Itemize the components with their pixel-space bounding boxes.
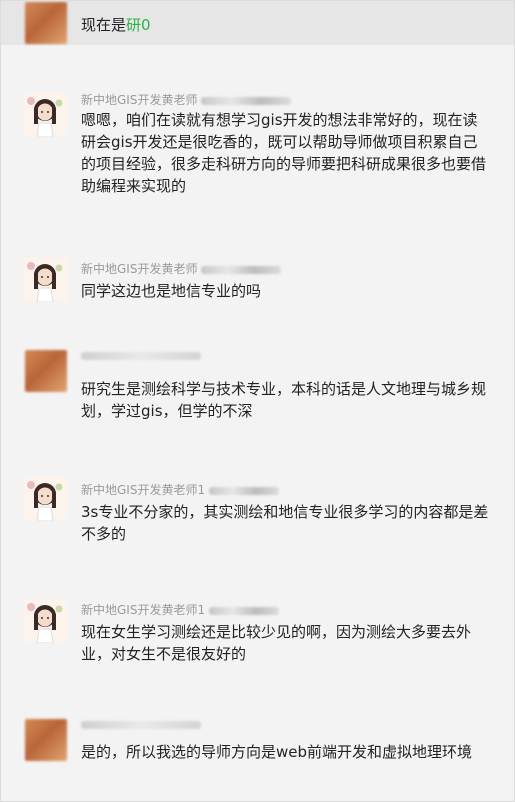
sender-name: 新中地GIS开发黄老师1	[81, 601, 280, 618]
chat-message: 研究生是测绘科学与技术专业，本科的话是人文地理与城乡规划，学过gis，但学的不深	[1, 348, 514, 428]
message-text: 研究生是测绘科学与技术专业，本科的话是人文地理与城乡规划，学过gis，但学的不深	[81, 380, 487, 420]
message-text: 现在是研0	[81, 16, 151, 34]
chat-message: 新中地GIS开发黄老师1 3s专业不分家的，其实测绘和地信专业很多学习的内容都是…	[1, 477, 514, 557]
redacted-sender-name	[81, 721, 201, 729]
student-avatar[interactable]	[25, 719, 67, 761]
teacher-avatar[interactable]	[23, 258, 67, 302]
student-avatar[interactable]	[25, 350, 67, 392]
teacher-avatar[interactable]	[23, 599, 67, 643]
chat-message-top: 现在是研0	[1, 1, 514, 45]
chat-message: 新中地GIS开发黄老师1 现在女生学习测绘还是比较少见的啊，因为测绘大多要去外业…	[1, 597, 514, 677]
teacher-avatar[interactable]	[23, 477, 67, 521]
highlighted-text: 研0	[126, 16, 151, 34]
redacted-id	[201, 96, 292, 105]
redacted-id	[209, 606, 280, 615]
chat-message: 新中地GIS开发黄老师 同学这边也是地信专业的吗	[1, 256, 514, 316]
redacted-id	[201, 265, 282, 274]
sender-name: 新中地GIS开发黄老师	[81, 91, 292, 108]
chat-message: 新中地GIS开发黄老师 嗯嗯，咱们在读就有想学习gis开发的想法非常好的，现在读…	[1, 85, 514, 215]
message-text: 嗯嗯，咱们在读就有想学习gis开发的想法非常好的，现在读研会gis开发还是很吃香…	[81, 111, 487, 195]
sender-name: 新中地GIS开发黄老师	[81, 260, 282, 277]
message-text: 是的，所以我选的导师方向是web前端开发和虚拟地理环境	[81, 743, 473, 761]
chat-message: 是的，所以我选的导师方向是web前端开发和虚拟地理环境	[1, 717, 514, 797]
student-avatar[interactable]	[25, 2, 67, 44]
message-text: 同学这边也是地信专业的吗	[81, 282, 262, 300]
chat-window: 现在是研0 新中地GIS开发黄老师 嗯嗯，咱们在读就有想学习gis开发的想法非常…	[0, 0, 515, 802]
redacted-sender-name	[81, 352, 201, 360]
message-text: 现在女生学习测绘还是比较少见的啊，因为测绘大多要去外业，对女生不是很友好的	[81, 623, 472, 663]
teacher-avatar[interactable]	[23, 93, 67, 137]
redacted-id	[209, 486, 280, 495]
sender-name: 新中地GIS开发黄老师1	[81, 481, 280, 498]
message-text: 3s专业不分家的，其实测绘和地信专业很多学习的内容都是差不多的	[81, 503, 489, 543]
